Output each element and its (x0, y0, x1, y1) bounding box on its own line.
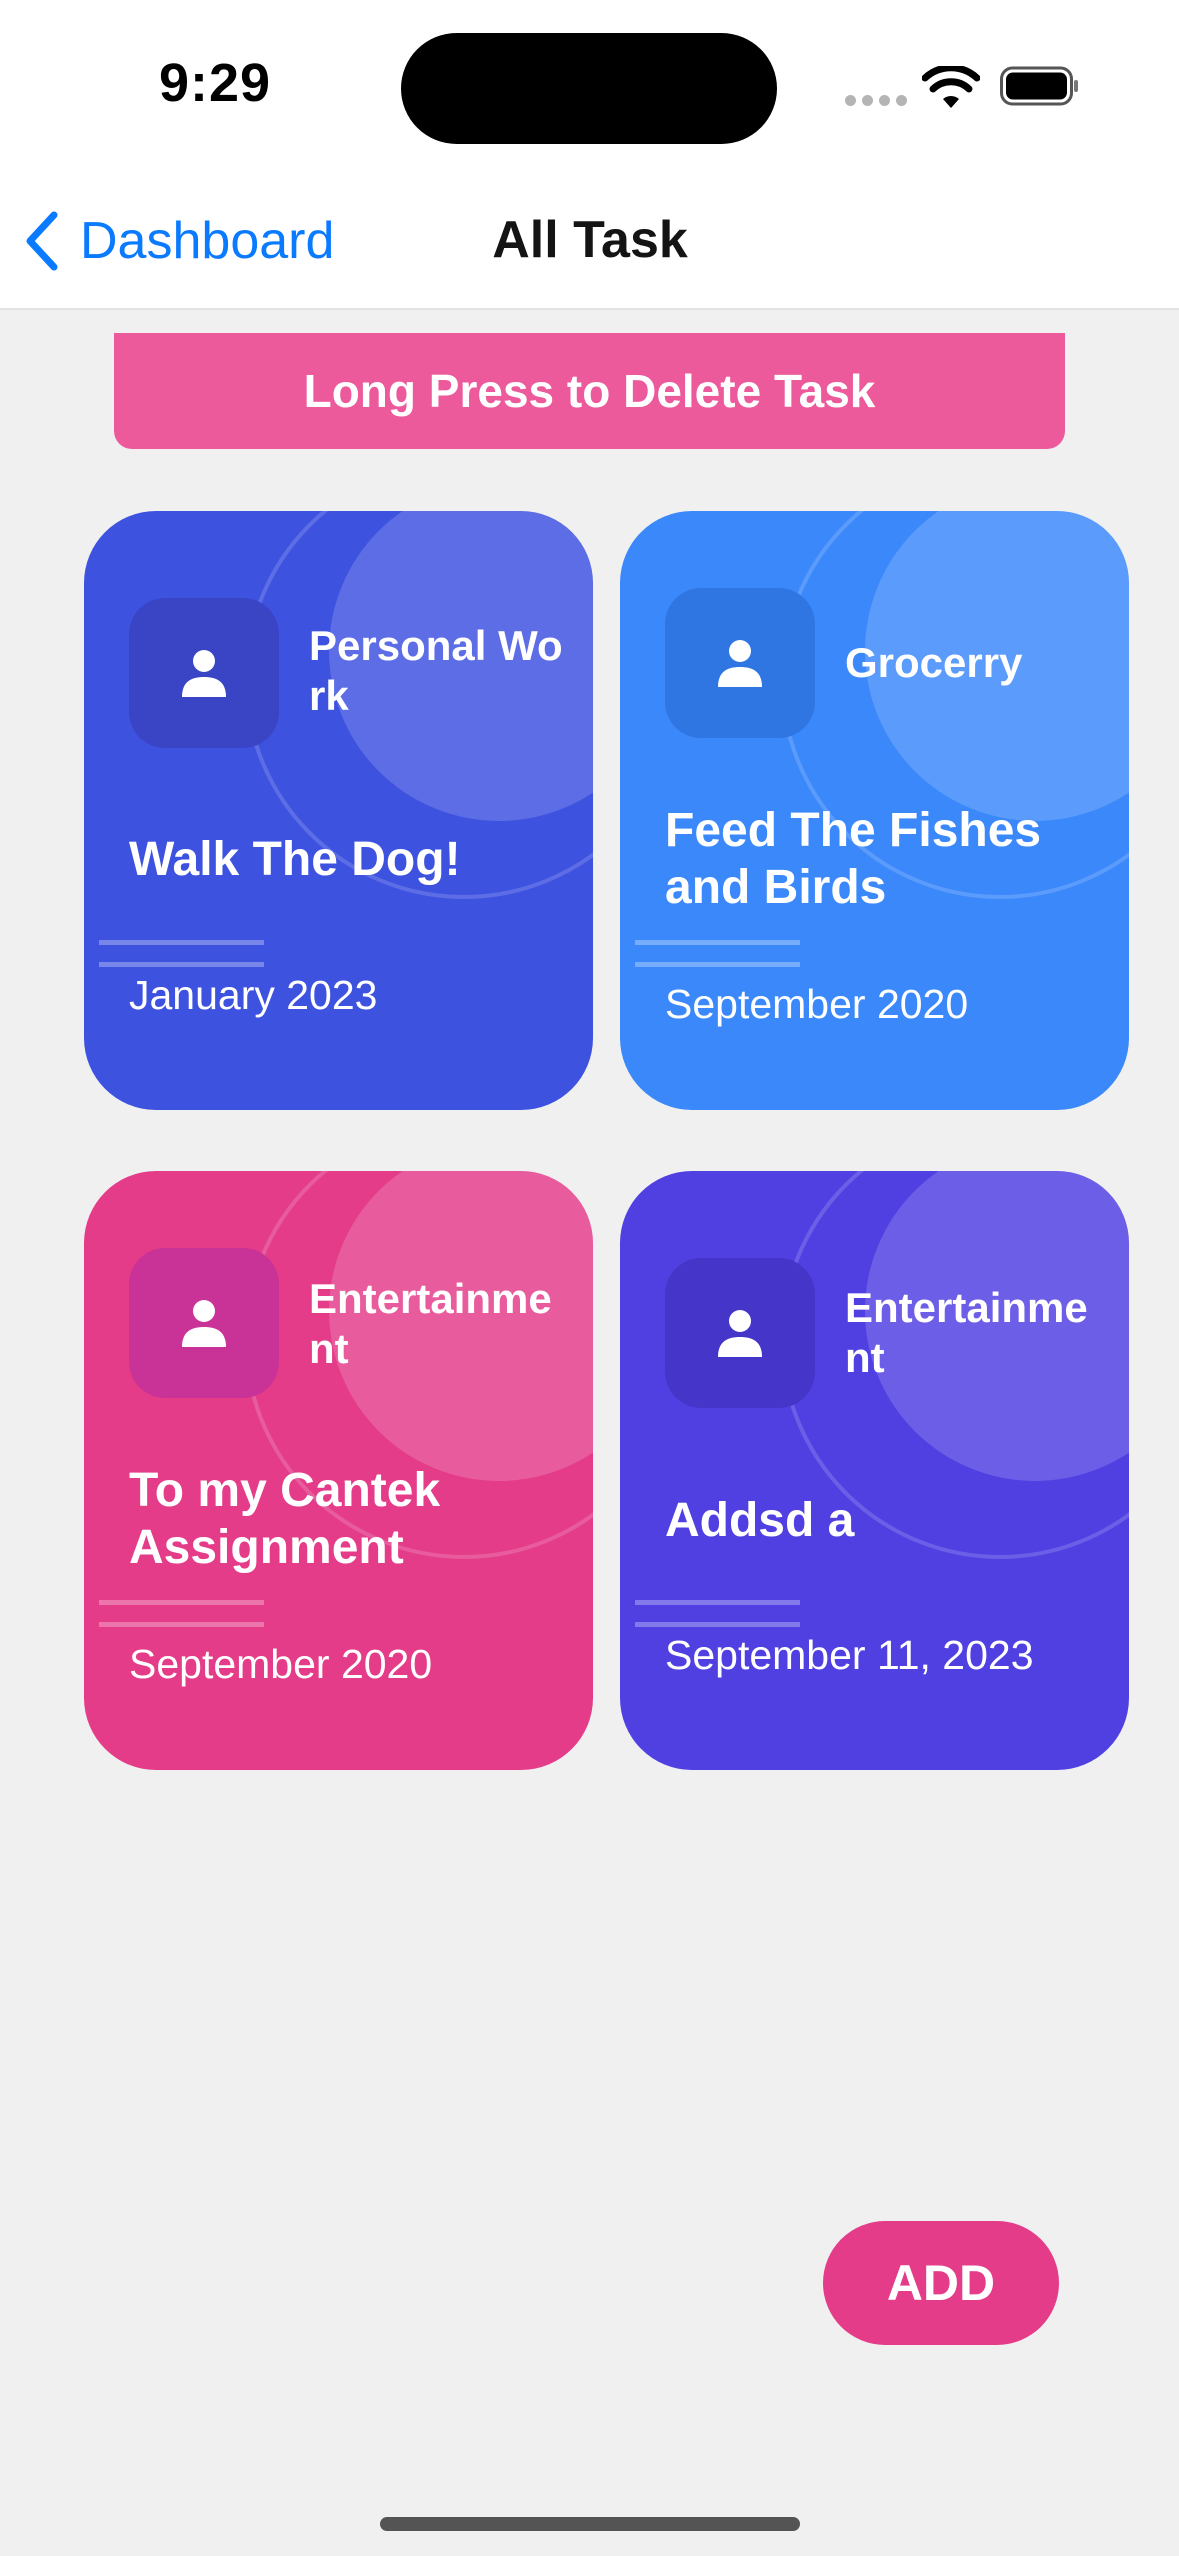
home-indicator[interactable] (380, 2517, 800, 2531)
task-category: Grocerry (845, 639, 1023, 686)
task-icon-tile (665, 1258, 815, 1408)
page-title: All Task (492, 211, 688, 269)
task-title: Walk The Dog! (129, 833, 461, 886)
task-category: Personal Work (309, 622, 563, 719)
person-icon (182, 1300, 226, 1347)
back-button-label: Dashboard (80, 212, 335, 270)
task-date: September 2020 (665, 981, 969, 1027)
card-divider-line (99, 1600, 264, 1605)
add-task-button[interactable]: ADD (823, 2221, 1059, 2345)
card-divider-line (99, 1622, 264, 1627)
task-icon-tile (665, 588, 815, 738)
task-card[interactable]: Entertainment To my Cantek Assignment Se… (84, 1171, 593, 1770)
battery-icon (1000, 66, 1078, 106)
navigation-bar: Dashboard All Task (0, 170, 1179, 310)
delete-hint-banner: Long Press to Delete Task (114, 333, 1065, 449)
person-icon (718, 1310, 762, 1357)
task-date: September 2020 (129, 1641, 433, 1687)
cellular-signal-icon (845, 95, 907, 107)
task-icon-tile (129, 598, 279, 748)
status-time: 9:29 (158, 53, 272, 113)
card-divider-line (635, 940, 800, 945)
card-divider-line (635, 962, 800, 967)
task-date: January 2023 (129, 972, 378, 1018)
task-date: September 11, 2023 (665, 1632, 1034, 1678)
task-title: Feed The Fishes and Birds (665, 804, 1042, 914)
back-button[interactable]: Dashboard (22, 208, 334, 274)
dynamic-island (401, 33, 777, 144)
chevron-left-icon (26, 211, 58, 271)
wifi-icon (922, 66, 980, 108)
task-card[interactable]: Entertainment Addsd a September 11, 2023 (620, 1171, 1129, 1770)
task-category: Entertainment (309, 1275, 552, 1372)
card-divider-line (635, 1622, 800, 1627)
card-divider-line (99, 962, 264, 967)
task-category: Entertainment (845, 1284, 1088, 1381)
card-divider-line (635, 1600, 800, 1605)
task-card[interactable]: Grocerry Feed The Fishes and Birds Septe… (620, 511, 1129, 1110)
person-icon (182, 650, 226, 697)
card-divider-line (99, 940, 264, 945)
task-title: Addsd a (665, 1494, 855, 1547)
task-icon-tile (129, 1248, 279, 1398)
person-icon (718, 640, 762, 687)
status-bar: 9:29 (0, 0, 1179, 170)
task-title: To my Cantek Assignment (129, 1464, 441, 1574)
task-card[interactable]: Personal Work Walk The Dog! January 2023 (84, 511, 593, 1110)
